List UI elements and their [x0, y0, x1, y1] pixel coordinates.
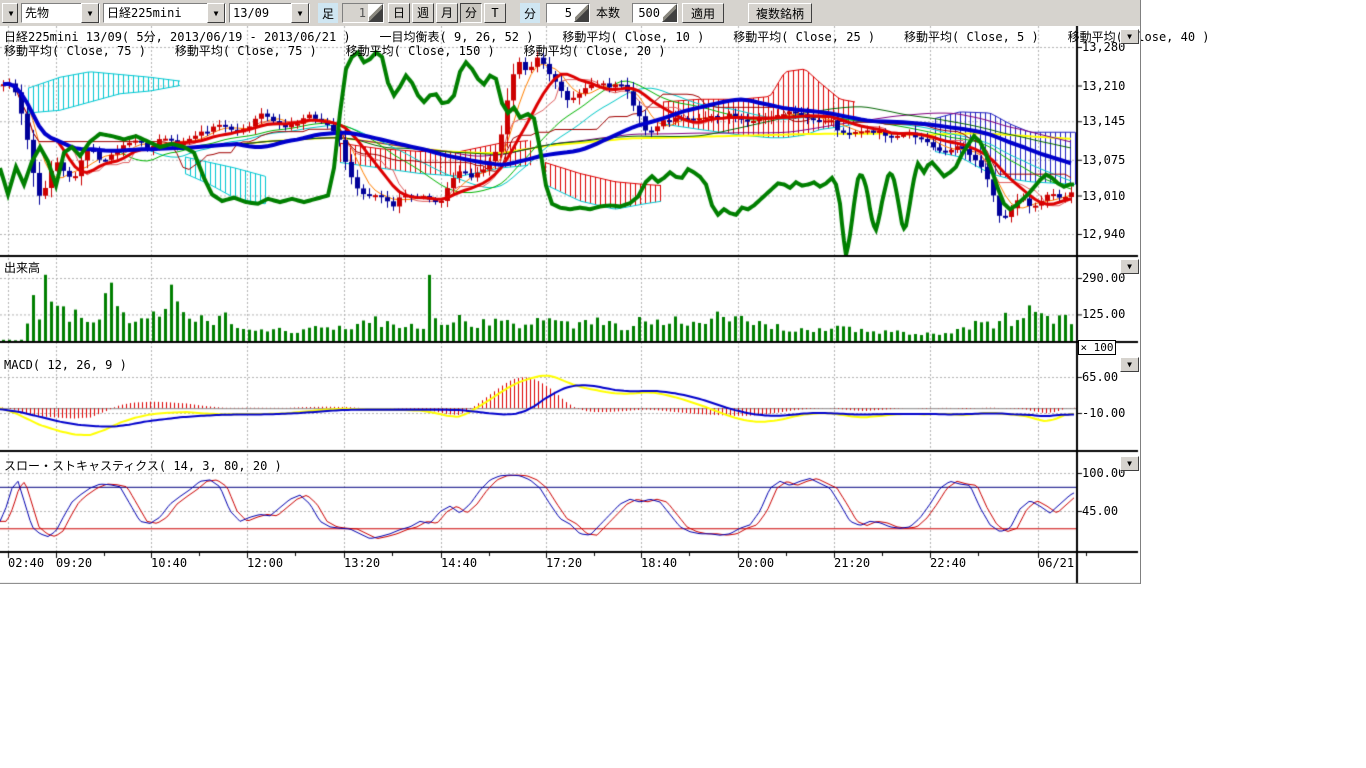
panel-scroll-down-button[interactable]: ▼	[1120, 259, 1139, 274]
mini-dropdown-button[interactable]: ▼	[2, 3, 18, 23]
time-axis-label: 20:00	[738, 556, 774, 570]
chart-area: 日経225mini 13/09( 5分, 2013/06/19 - 2013/0…	[0, 26, 1141, 584]
category-combobox[interactable]: 先物▼	[21, 3, 100, 23]
period-button-月[interactable]: 月	[436, 3, 458, 23]
chart-application-window: ▼ 先物▼ 日経225mini▼ 13/09▼ 足 1 日週月分T 分 5 本数…	[0, 0, 1366, 768]
period-button-分[interactable]: 分	[460, 3, 482, 23]
chevron-down-icon[interactable]: ▼	[291, 3, 309, 23]
price-axis-label: 13,145	[1082, 114, 1125, 128]
volume-axis-label: 290.00	[1082, 271, 1125, 285]
macd-panel-label: MACD( 12, 26, 9 )	[4, 358, 127, 372]
panel-scroll-down-button[interactable]: ▼	[1120, 456, 1139, 471]
time-axis-label: 13:20	[344, 556, 380, 570]
price-axis-label: 13,210	[1082, 79, 1125, 93]
toolbar: ▼ 先物▼ 日経225mini▼ 13/09▼ 足 1 日週月分T 分 5 本数…	[0, 0, 1141, 27]
minute-label: 分	[520, 3, 540, 23]
bar-count-value: 500	[633, 4, 662, 22]
bar-interval-field[interactable]: 1	[342, 3, 384, 23]
chart-header-line2: 移動平均( Close, 75 ) 移動平均( Close, 75 ) 移動平均…	[4, 42, 666, 59]
symbol-combobox[interactable]: 日経225mini▼	[103, 3, 226, 23]
macd-axis-label: 65.00	[1082, 370, 1118, 384]
category-combobox-value: 先物	[22, 4, 81, 22]
time-axis-label: 06/21	[1038, 556, 1074, 570]
time-axis-label: 17:20	[546, 556, 582, 570]
time-axis-label: 10:40	[151, 556, 187, 570]
period-button-週[interactable]: 週	[412, 3, 434, 23]
time-axis-label: 18:40	[641, 556, 677, 570]
bar-type-label: 足	[318, 3, 338, 23]
chevron-down-icon: ▼	[3, 4, 19, 22]
minute-value: 5	[547, 4, 574, 22]
symbol-combobox-value: 日経225mini	[104, 4, 207, 22]
spinner-icon[interactable]	[662, 4, 677, 22]
price-axis-label: 13,010	[1082, 189, 1125, 203]
period-button-日[interactable]: 日	[388, 3, 410, 23]
apply-button[interactable]: 適用	[682, 3, 724, 23]
chart-canvas[interactable]	[0, 26, 1141, 584]
panel-scroll-down-button[interactable]: ▼	[1120, 357, 1139, 372]
volume-multiplier-badge: × 100	[1078, 340, 1116, 355]
price-axis-label: 13,280	[1082, 40, 1125, 54]
stoch-axis-label: 100.00	[1082, 466, 1125, 480]
time-axis-label: 02:40	[8, 556, 44, 570]
bar-interval-value: 1	[343, 4, 368, 22]
price-axis-label: 12,940	[1082, 227, 1125, 241]
price-axis-label: 13,075	[1082, 153, 1125, 167]
time-axis-label: 14:40	[441, 556, 477, 570]
time-axis-label: 12:00	[247, 556, 283, 570]
multi-symbol-button[interactable]: 複数銘柄	[748, 3, 812, 23]
contract-month-combobox[interactable]: 13/09▼	[229, 3, 310, 23]
contract-month-value: 13/09	[230, 4, 291, 22]
bar-count-label: 本数	[596, 3, 628, 23]
spinner-icon[interactable]	[574, 4, 589, 22]
time-axis-label: 22:40	[930, 556, 966, 570]
bar-count-field[interactable]: 500	[632, 3, 678, 23]
period-button-T[interactable]: T	[484, 3, 506, 23]
window-right-border	[1140, 0, 1141, 584]
panel-scroll-down-button[interactable]: ▼	[1120, 29, 1139, 44]
time-axis-label: 09:20	[56, 556, 92, 570]
volume-axis-label: 125.00	[1082, 307, 1125, 321]
spinner-icon[interactable]	[368, 4, 383, 22]
stoch-axis-label: 45.00	[1082, 504, 1118, 518]
chevron-down-icon[interactable]: ▼	[81, 3, 99, 23]
minute-value-field[interactable]: 5	[546, 3, 590, 23]
chevron-down-icon[interactable]: ▼	[207, 3, 225, 23]
volume-panel-label: 出来高	[4, 259, 40, 276]
time-axis-label: 21:20	[834, 556, 870, 570]
stochastics-panel-label: スロー・ストキャスティクス( 14, 3, 80, 20 )	[4, 457, 282, 474]
macd-axis-label: -10.00	[1082, 406, 1125, 420]
